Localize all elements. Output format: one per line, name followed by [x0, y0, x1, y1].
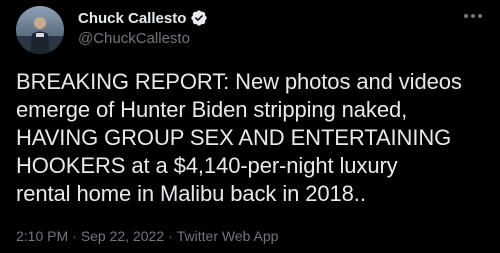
meta-separator: · — [168, 228, 173, 244]
tweet-source-link[interactable]: Twitter Web App — [177, 228, 279, 244]
tweet-text: BREAKING REPORT: New photos and videos e… — [16, 69, 462, 206]
author-name-row[interactable]: Chuck Callesto — [78, 9, 208, 27]
avatar-photo-icon — [16, 6, 64, 54]
author-handle[interactable]: @ChuckCallesto — [78, 30, 190, 47]
more-options-button[interactable] — [460, 6, 486, 26]
avatar[interactable] — [16, 6, 64, 54]
meta-separator: · — [72, 228, 77, 244]
tweet-date-link[interactable]: Sep 22, 2022 — [81, 228, 164, 244]
more-options-icon — [464, 14, 482, 18]
tweet-time-link[interactable]: 2:10 PM — [16, 228, 68, 244]
tweet-card: Chuck Callesto @ChuckCallesto BREAKING R… — [0, 0, 500, 253]
tweet-meta: 2:10 PM · Sep 22, 2022 · Twitter Web App — [16, 228, 278, 244]
verified-badge-icon — [190, 9, 208, 27]
author-display-name[interactable]: Chuck Callesto — [78, 10, 186, 27]
